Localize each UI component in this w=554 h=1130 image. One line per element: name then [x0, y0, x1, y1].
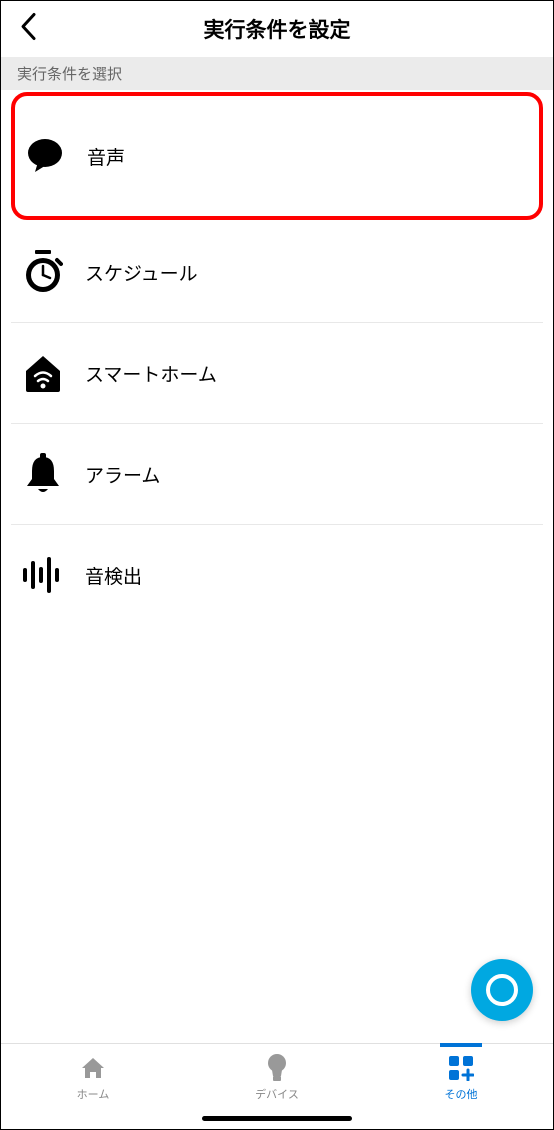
- page-title: 実行条件を設定: [204, 14, 351, 44]
- item-label: アラーム: [85, 461, 160, 488]
- clock-icon: [19, 250, 67, 294]
- section-header: 実行条件を選択: [1, 57, 553, 90]
- bulb-icon: [267, 1054, 287, 1082]
- alexa-icon: [485, 973, 519, 1007]
- nav-label: ホーム: [77, 1086, 110, 1102]
- item-label: スマートホーム: [85, 360, 217, 387]
- speech-bubble-icon: [21, 134, 69, 178]
- item-label: 音声: [87, 143, 125, 170]
- condition-alarm[interactable]: アラーム: [11, 424, 543, 525]
- item-label: スケジュール: [85, 259, 198, 286]
- home-indicator[interactable]: [202, 1116, 352, 1121]
- condition-list: 音声 スケジュール スマートホーム: [1, 92, 553, 625]
- chevron-left-icon: [19, 12, 37, 42]
- condition-voice[interactable]: 音声: [11, 92, 543, 220]
- back-button[interactable]: [19, 12, 37, 47]
- sound-wave-icon: [19, 553, 67, 597]
- smarthome-icon: [19, 351, 67, 395]
- condition-schedule[interactable]: スケジュール: [11, 222, 543, 323]
- item-label: 音検出: [85, 562, 142, 589]
- alexa-fab-button[interactable]: [471, 959, 533, 1021]
- grid-plus-icon: [448, 1054, 474, 1082]
- home-icon: [80, 1054, 106, 1082]
- nav-label: デバイス: [255, 1086, 299, 1102]
- header: 実行条件を設定: [1, 1, 553, 57]
- condition-smarthome[interactable]: スマートホーム: [11, 323, 543, 424]
- condition-sound-detect[interactable]: 音検出: [11, 525, 543, 625]
- nav-home[interactable]: ホーム: [1, 1044, 185, 1129]
- nav-more[interactable]: その他: [369, 1044, 553, 1129]
- nav-label: その他: [445, 1086, 478, 1102]
- alarm-icon: [19, 452, 67, 496]
